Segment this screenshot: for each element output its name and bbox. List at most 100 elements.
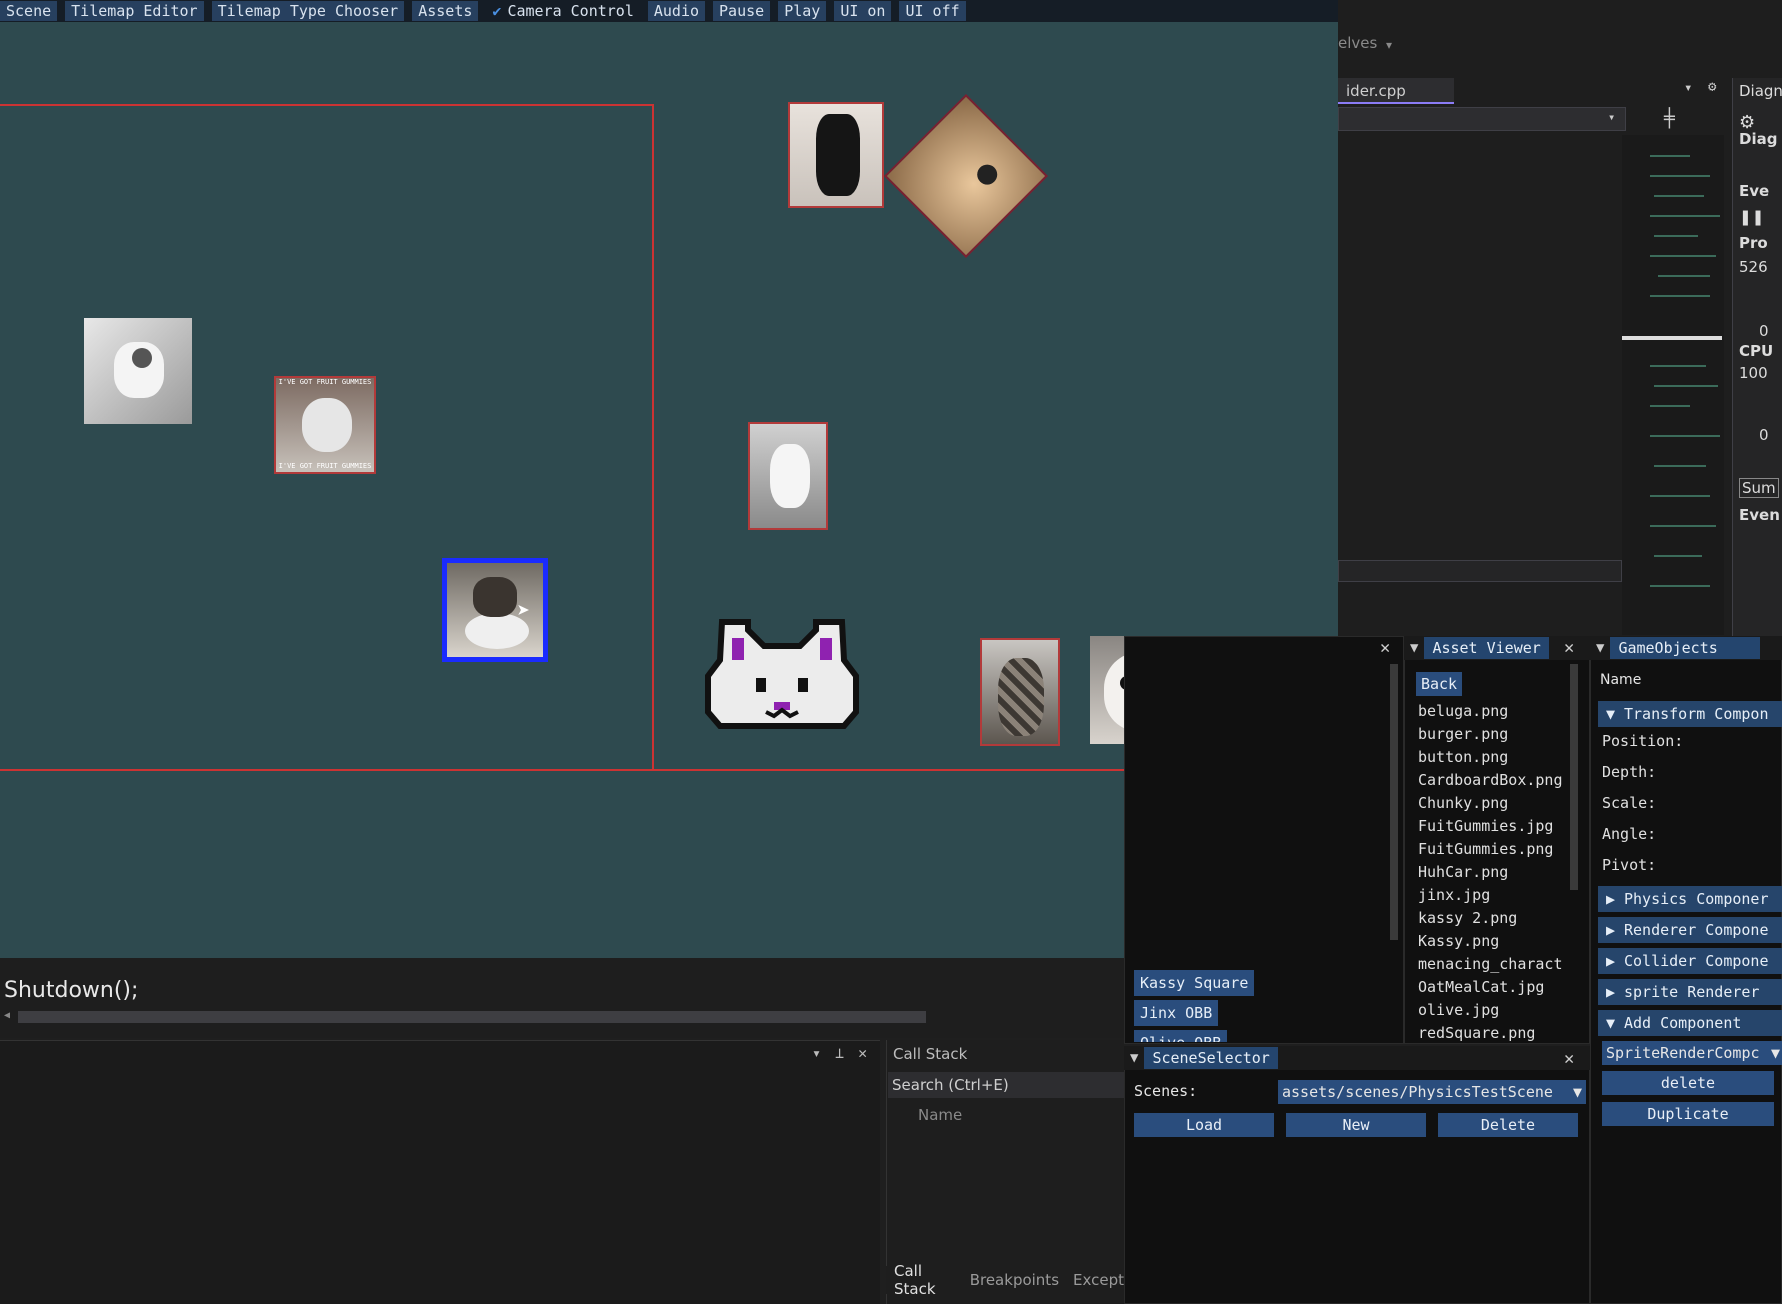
cat-sprite-jumping[interactable] <box>84 318 192 424</box>
menu-ui-on[interactable]: UI on <box>834 1 892 21</box>
black-cat-sprite[interactable] <box>788 102 884 208</box>
pause-icon[interactable]: ❚❚ <box>1739 208 1764 226</box>
asset-file[interactable]: olive.jpg <box>1418 1001 1499 1019</box>
close-icon[interactable]: ✕ <box>1564 638 1574 658</box>
column-name-header[interactable]: Name <box>918 1106 962 1124</box>
scene-select[interactable]: assets/scenes/PhysicsTestScene ▼ <box>1278 1080 1586 1104</box>
back-button[interactable]: Back <box>1416 672 1462 696</box>
minimap-viewport[interactable] <box>1622 336 1722 340</box>
menu-tilemap-type-chooser[interactable]: Tilemap Type Chooser <box>211 1 405 21</box>
component-type-select[interactable]: SpriteRenderCompc ▼ <box>1602 1041 1782 1065</box>
angle-label: Angle: <box>1602 825 1657 843</box>
close-icon[interactable]: ✕ <box>1564 1049 1574 1069</box>
file-tab-label: ider.cpp <box>1346 82 1406 100</box>
delete-scene-button[interactable]: Delete <box>1438 1113 1578 1137</box>
pivot-label: Pivot: <box>1602 856 1657 874</box>
asset-file[interactable]: HuhCar.png <box>1418 863 1508 881</box>
asset-file[interactable]: beluga.png <box>1418 702 1508 720</box>
bottom-tool-panel <box>0 1040 880 1304</box>
menu-pause[interactable]: Pause <box>713 1 771 21</box>
scroll-left-icon[interactable]: ◀ <box>4 1010 10 1021</box>
menu-assets[interactable]: Assets <box>412 1 479 21</box>
menu-play[interactable]: Play <box>778 1 827 21</box>
rotated-cat-sprite[interactable] <box>883 93 1049 259</box>
collapse-icon[interactable]: ▼ <box>1404 640 1424 656</box>
menu-audio[interactable]: Audio <box>647 1 706 21</box>
asset-file[interactable]: OatMealCat.jpg <box>1418 978 1544 996</box>
sprite-renderer-header[interactable]: ▶ sprite Renderer <box>1598 979 1782 1005</box>
gear-icon[interactable]: ⚙ <box>1708 79 1716 95</box>
asset-file[interactable]: burger.png <box>1418 725 1508 743</box>
summary-tab[interactable]: Sum <box>1739 478 1779 498</box>
member-combo[interactable] <box>1338 107 1626 131</box>
menu-scene[interactable]: Scene <box>0 1 58 21</box>
scene-selector-titlebar: ▼ SceneSelector <box>1124 1046 1590 1070</box>
asset-file[interactable]: redSquare.png <box>1418 1024 1535 1042</box>
delete-object-button[interactable]: delete <box>1602 1071 1774 1095</box>
events-tab[interactable]: Even <box>1739 506 1780 524</box>
asset-file[interactable]: menacing_charact <box>1418 955 1563 973</box>
object-jinx-obb[interactable]: Jinx OBB <box>1134 1000 1219 1026</box>
tabby-cat-sprite[interactable] <box>980 638 1060 746</box>
pixel-cat-sprite[interactable] <box>704 616 860 734</box>
editor-file-tab[interactable]: ider.cpp <box>1338 78 1454 104</box>
scene-select-value: assets/scenes/PhysicsTestScene <box>1282 1083 1553 1101</box>
dropdown-icon[interactable]: ▾ <box>812 1044 821 1062</box>
asset-file[interactable]: FuitGummies.png <box>1418 840 1553 858</box>
asset-viewer-title[interactable]: Asset Viewer <box>1424 637 1549 659</box>
asset-file[interactable]: kassy 2.png <box>1418 909 1517 927</box>
list-scrollbar[interactable] <box>1390 664 1398 940</box>
expanded-icon: ▼ <box>1606 1014 1616 1032</box>
dropdown-icon[interactable]: ▾ <box>1386 38 1392 52</box>
new-button[interactable]: New <box>1286 1113 1426 1137</box>
output-text: Shutdown(); <box>4 978 139 1003</box>
close-icon[interactable]: ✕ <box>1380 638 1390 658</box>
cpu-header[interactable]: CPU <box>1739 342 1773 360</box>
menu-camera-control[interactable]: ✔ Camera Control <box>486 1 639 21</box>
horizontal-scrollbar[interactable] <box>18 1011 926 1023</box>
split-icon[interactable]: ╪ <box>1664 108 1675 129</box>
asset-file[interactable]: button.png <box>1418 748 1508 766</box>
white-cat-sprite[interactable] <box>748 422 828 530</box>
collider-component-header[interactable]: ▶ Collider Compone <box>1598 948 1782 974</box>
duplicate-button[interactable]: Duplicate <box>1602 1102 1774 1126</box>
object-kassy-square[interactable]: Kassy Square <box>1134 970 1255 996</box>
asset-file[interactable]: CardboardBox.png <box>1418 771 1563 789</box>
call-stack-search[interactable]: Search (Ctrl+E) <box>888 1072 1124 1098</box>
process-header[interactable]: Pro <box>1739 234 1768 252</box>
add-component-header[interactable]: ▼ Add Component <box>1598 1010 1782 1036</box>
call-stack-title: Call Stack <box>893 1045 968 1063</box>
load-button[interactable]: Load <box>1134 1113 1274 1137</box>
asset-file[interactable]: Chunky.png <box>1418 794 1508 812</box>
scene-selector-title[interactable]: SceneSelector <box>1144 1047 1278 1069</box>
asset-file[interactable]: jinx.jpg <box>1418 886 1490 904</box>
menu-tilemap-editor[interactable]: Tilemap Editor <box>65 1 204 21</box>
renderer-header-label: Renderer Compone <box>1624 921 1769 939</box>
collapse-icon[interactable]: ▼ <box>1590 640 1610 656</box>
asset-scrollbar[interactable] <box>1570 664 1578 890</box>
component-type-value: SpriteRenderCompc <box>1606 1044 1760 1062</box>
solution-label: elves <box>1338 34 1378 52</box>
tab-breakpoints[interactable]: Breakpoints <box>970 1271 1059 1289</box>
physics-component-header[interactable]: ▶ Physics Componer <box>1598 886 1782 912</box>
close-icon[interactable]: ✕ <box>858 1044 867 1062</box>
code-minimap[interactable] <box>1622 135 1724 635</box>
tab-call-stack[interactable]: Call Stack <box>894 1262 956 1298</box>
menu-ui-off[interactable]: UI off <box>899 1 966 21</box>
collapse-icon[interactable]: ▼ <box>1124 1050 1144 1066</box>
object-olive-obb[interactable]: Olive OBB <box>1134 1030 1228 1042</box>
events-header[interactable]: Eve <box>1739 182 1769 200</box>
transform-component-header[interactable]: ▼ Transform Compon <box>1598 701 1782 727</box>
gameobjects-title[interactable]: GameObjects <box>1610 637 1761 659</box>
tab-dropdown-icon[interactable]: ▾ <box>1684 80 1692 96</box>
selected-sprite[interactable]: ➤ <box>442 558 548 662</box>
pin-icon[interactable]: ⊥ <box>835 1044 844 1062</box>
asset-file[interactable]: Kassy.png <box>1418 932 1499 950</box>
renderer-component-header[interactable]: ▶ Renderer Compone <box>1598 917 1782 943</box>
tab-exceptions[interactable]: Except <box>1073 1271 1124 1289</box>
meme-cat-sprite[interactable]: I'VE GOT FRUIT GUMMIES I'VE GOT FRUIT GU… <box>274 376 376 474</box>
panel-controls: ▾ ⊥ ✕ <box>812 1044 867 1062</box>
asset-file[interactable]: FuitGummies.jpg <box>1418 817 1553 835</box>
transform-header-label: Transform Compon <box>1624 705 1769 723</box>
asset-viewer-titlebar: ▼ Asset Viewer <box>1404 636 1590 660</box>
